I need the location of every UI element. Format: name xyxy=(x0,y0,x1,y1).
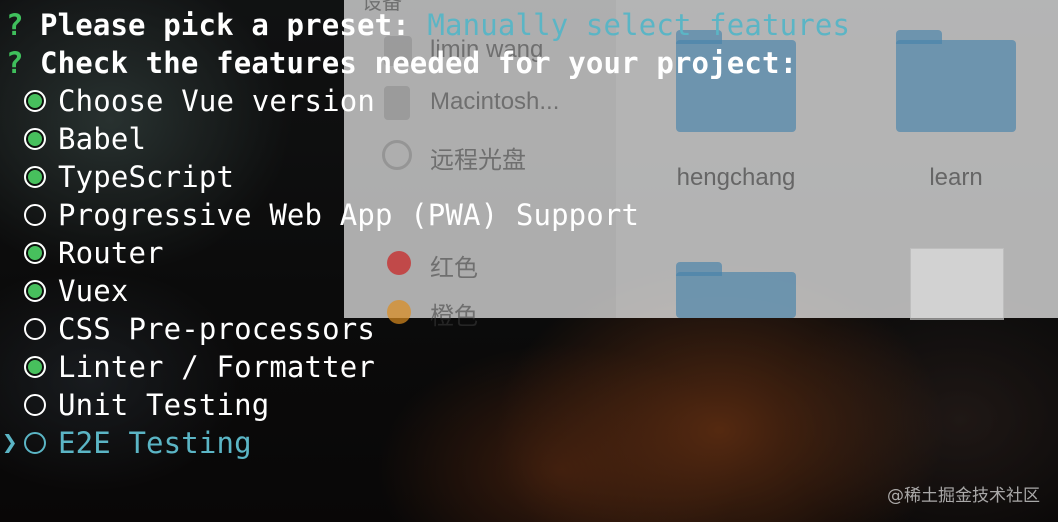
question-mark-icon: ? xyxy=(6,8,24,42)
unchecked-circle-icon[interactable] xyxy=(24,318,46,340)
cursor-pointer-icon: ❯ xyxy=(2,428,18,458)
option-label: Router xyxy=(58,236,164,270)
option-label: Progressive Web App (PWA) Support xyxy=(58,198,640,232)
checked-circle-icon[interactable] xyxy=(24,356,46,378)
checked-circle-icon[interactable] xyxy=(24,242,46,264)
option-label: E2E Testing xyxy=(58,426,252,460)
option-label: TypeScript xyxy=(58,160,235,194)
preset-answer: Manually select features xyxy=(427,8,851,42)
watermark: @稀土掘金技术社区 xyxy=(887,486,1040,506)
question-mark-icon: ? xyxy=(6,46,24,80)
checked-circle-icon[interactable] xyxy=(24,280,46,302)
checked-circle-icon[interactable] xyxy=(24,90,46,112)
option-label: Choose Vue version xyxy=(58,84,375,118)
preset-question: Please pick a preset: Manually select fe… xyxy=(40,6,850,44)
option-label: Babel xyxy=(58,122,147,156)
option-label: Unit Testing xyxy=(58,388,270,422)
checked-circle-icon[interactable] xyxy=(24,166,46,188)
unchecked-circle-icon[interactable] xyxy=(24,394,46,416)
option-label: CSS Pre-processors xyxy=(58,312,375,346)
terminal-output: ? Please pick a preset: Manually select … xyxy=(0,0,1058,522)
checked-circle-icon[interactable] xyxy=(24,128,46,150)
unchecked-circle-icon[interactable] xyxy=(24,204,46,226)
option-label: Linter / Formatter xyxy=(58,350,375,384)
preset-question-text: Please pick a preset: xyxy=(40,8,428,42)
option-label: Vuex xyxy=(58,274,129,308)
unchecked-circle-icon[interactable] xyxy=(24,432,46,454)
features-question: Check the features needed for your proje… xyxy=(40,46,798,80)
